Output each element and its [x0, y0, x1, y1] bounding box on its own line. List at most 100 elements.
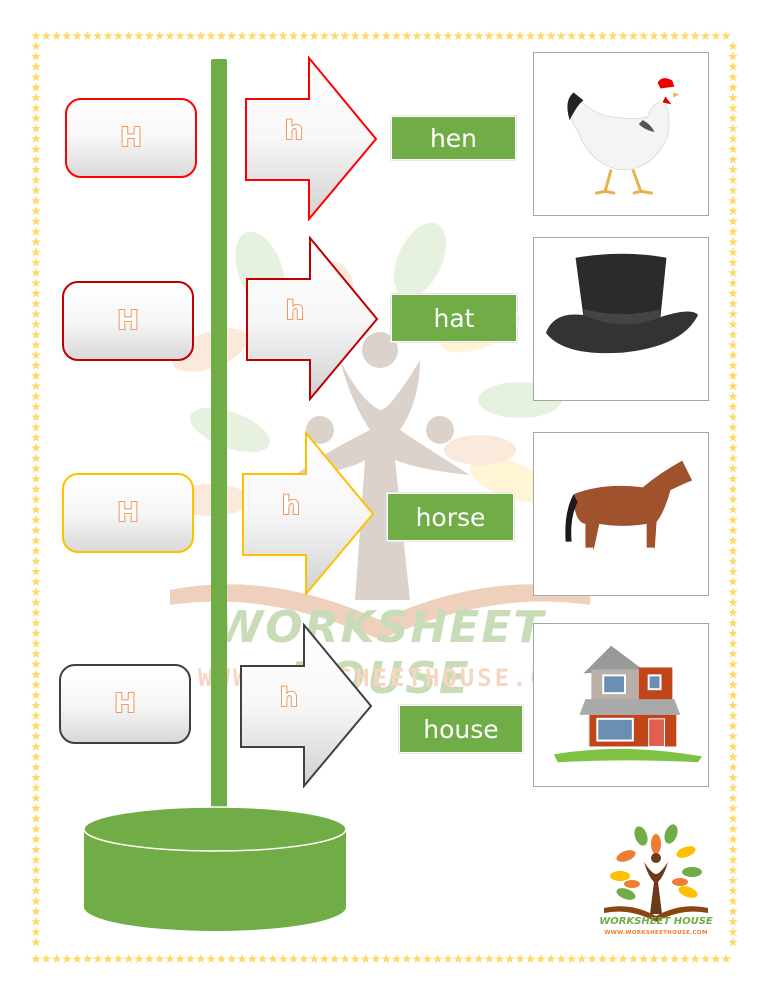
border-star: [587, 954, 597, 963]
border-star: [31, 587, 41, 597]
border-star: [309, 31, 319, 40]
border-star: [31, 885, 41, 895]
lowercase-letter: h: [279, 682, 299, 714]
border-star: [690, 954, 700, 963]
border-star: [525, 31, 536, 40]
lowercase-arrow-2[interactable]: h: [245, 236, 380, 401]
border-star: [728, 659, 738, 669]
border-star: [319, 954, 330, 963]
border-star: [628, 954, 639, 963]
border-star: [31, 113, 41, 123]
border-star: [31, 154, 41, 164]
uppercase-card-4[interactable]: H: [59, 664, 191, 744]
border-star: [669, 954, 680, 963]
border-star: [31, 834, 41, 844]
border-star: [72, 31, 82, 40]
border-star: [31, 237, 41, 246]
lowercase-arrow-3[interactable]: h: [241, 431, 376, 596]
border-star: [31, 649, 41, 658]
lowercase-arrow-4[interactable]: h: [239, 623, 374, 788]
border-star: [31, 92, 41, 102]
border-star: [556, 31, 567, 40]
border-star: [31, 350, 41, 360]
border-star: [728, 793, 738, 803]
border-star: [31, 494, 41, 504]
border-star: [31, 566, 41, 576]
uppercase-card-3[interactable]: H: [62, 473, 194, 553]
border-star: [257, 954, 268, 963]
border-star: [728, 916, 738, 926]
border-star: [185, 31, 196, 40]
border-star: [31, 535, 41, 545]
border-star: [82, 954, 93, 963]
uppercase-card-1[interactable]: H: [65, 98, 197, 178]
border-star: [728, 638, 738, 648]
border-star: [31, 669, 41, 679]
border-star: [728, 494, 738, 504]
border-star: [134, 954, 144, 963]
border-star: [728, 546, 738, 555]
logo-url: WWW.WORKSHEETHOUSE.COM: [604, 930, 708, 936]
border-star: [31, 144, 41, 154]
border-star: [728, 443, 738, 452]
border-star: [728, 422, 738, 432]
border-star: [31, 927, 41, 937]
border-star: [728, 566, 738, 576]
border-star: [288, 31, 299, 40]
border-star: [31, 752, 41, 761]
border-star: [690, 31, 700, 40]
logo-title: WORKSHEET HOUSE: [599, 916, 713, 927]
border-star: [31, 844, 41, 854]
border-star: [31, 422, 41, 432]
border-star: [515, 31, 525, 40]
border-star: [728, 731, 738, 741]
border-star: [165, 954, 175, 963]
house-image: [533, 623, 709, 787]
border-star: [31, 175, 41, 185]
border-star: [31, 896, 41, 906]
border-star: [31, 432, 41, 442]
border-star: [391, 954, 402, 963]
border-star: [31, 134, 41, 143]
border-star: [728, 597, 738, 607]
border-star: [31, 628, 41, 638]
border-star: [728, 803, 738, 813]
border-star: [728, 401, 738, 411]
border-star: [728, 370, 738, 380]
border-star: [31, 576, 41, 586]
border-star: [515, 954, 525, 963]
lowercase-letter: h: [285, 295, 305, 327]
border-star: [728, 453, 738, 463]
border-star: [268, 954, 278, 963]
border-star: [728, 535, 738, 545]
border-star: [728, 721, 738, 731]
border-star: [391, 31, 402, 40]
border-star: [728, 381, 738, 391]
border-star: [728, 92, 738, 102]
border-star: [728, 607, 738, 617]
border-star: [113, 954, 124, 963]
border-star: [31, 319, 41, 329]
lowercase-arrow-1[interactable]: h: [244, 56, 379, 221]
border-star: [728, 360, 738, 370]
border-star: [288, 954, 299, 963]
border-star: [728, 844, 738, 854]
border-star: [31, 906, 41, 916]
border-star: [728, 813, 738, 823]
border-star: [31, 710, 41, 720]
uppercase-card-2[interactable]: H: [62, 281, 194, 361]
border-star: [443, 954, 453, 963]
border-star: [31, 412, 41, 422]
border-star: [728, 412, 738, 422]
border-star: [226, 31, 237, 40]
border-star: [31, 288, 41, 298]
border-star: [31, 782, 41, 792]
border-star: [31, 82, 41, 92]
lowercase-letter: h: [281, 490, 301, 522]
border-star: [93, 954, 103, 963]
border-star: [728, 587, 738, 597]
uppercase-letter: H: [116, 497, 139, 529]
border-star: [728, 710, 738, 720]
border-star: [728, 700, 738, 710]
border-star: [494, 954, 505, 963]
